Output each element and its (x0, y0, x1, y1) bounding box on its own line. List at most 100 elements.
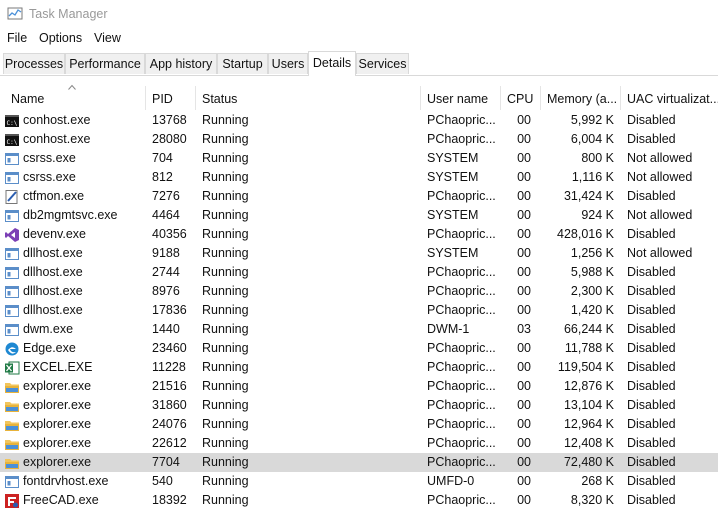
table-row[interactable]: explorer.exe 24076 Running PChaopric... 00 12… (0, 415, 718, 434)
process-memory: 428,016 K (557, 227, 614, 241)
table-row[interactable]: dllhost.exe 17836 Running PChaopric... 00 1,4… (0, 301, 718, 320)
title-bar[interactable]: Task Manager (0, 0, 718, 28)
process-user: PChaopric... (427, 360, 496, 374)
process-status: Running (202, 417, 249, 431)
process-user: PChaopric... (427, 265, 496, 279)
process-status: Running (202, 493, 249, 507)
process-pid: 21516 (152, 379, 187, 393)
tab-performance[interactable]: Performance (65, 53, 145, 74)
process-pid: 812 (152, 170, 173, 184)
process-memory: 31,424 K (563, 189, 614, 203)
folder-icon (5, 383, 19, 393)
process-uac: Disabled (627, 227, 676, 241)
process-memory: 72,480 K (563, 455, 614, 469)
column-name[interactable]: Name (5, 86, 146, 110)
menu-options[interactable]: Options (39, 31, 82, 45)
process-status: Running (202, 322, 249, 336)
process-name: explorer.exe (23, 455, 92, 469)
process-icon (5, 476, 19, 488)
process-cpu: 00 (517, 170, 531, 184)
column-user-name[interactable]: User name (421, 86, 501, 110)
tab-services[interactable]: Services (356, 53, 409, 74)
process-name: dllhost.exe (23, 265, 83, 279)
process-cpu: 00 (517, 474, 531, 488)
process-cpu: 00 (517, 151, 531, 165)
table-row[interactable]: C:\ conhost.exe 28080 Running PChaopric... 00… (0, 130, 718, 149)
folder-icon (5, 402, 19, 412)
process-cpu: 00 (517, 227, 531, 241)
tab-users[interactable]: Users (268, 53, 308, 74)
table-row[interactable]: dllhost.exe 8976 Running PChaopric... 00 2,30… (0, 282, 718, 301)
process-icon (5, 324, 19, 336)
process-cpu: 00 (517, 455, 531, 469)
tab-app-history[interactable]: App history (145, 53, 217, 74)
process-status: Running (202, 474, 249, 488)
table-row[interactable]: explorer.exe 21516 Running PChaopric... 00 12… (0, 377, 718, 396)
column-cpu[interactable]: CPU (501, 86, 541, 110)
process-user: DWM-1 (427, 322, 470, 336)
process-status: Running (202, 227, 249, 241)
process-pid: 9188 (152, 246, 180, 260)
excel-icon (5, 361, 20, 375)
process-cpu: 00 (517, 493, 531, 507)
process-cpu: 00 (517, 360, 531, 374)
table-row[interactable]: EXCEL.EXE 11228 Running PChaopric... 00 119,5… (0, 358, 718, 377)
table-row[interactable]: FreeCAD.exe 18392 Running PChaopric... 00 8,3… (0, 491, 718, 510)
process-uac: Not allowed (627, 208, 693, 222)
column-memory[interactable]: Memory (a... (541, 86, 621, 110)
table-row[interactable]: csrss.exe 704 Running SYSTEM 00 800 K Not allo… (0, 149, 718, 168)
process-memory: 268 K (581, 474, 614, 488)
pen-icon (5, 190, 18, 204)
process-status: Running (202, 265, 249, 279)
process-pid: 13768 (152, 113, 187, 127)
process-icon (5, 153, 19, 165)
process-cpu: 00 (517, 265, 531, 279)
process-uac: Disabled (627, 113, 676, 127)
folder-icon (5, 440, 19, 450)
column-uac-virtualization[interactable]: UAC virtualizat... (621, 86, 718, 110)
table-row[interactable]: fontdrvhost.exe 540 Running UMFD-0 00 268 K Di… (0, 472, 718, 491)
edge-icon (5, 342, 19, 356)
process-uac: Disabled (627, 493, 676, 507)
table-row[interactable]: dllhost.exe 9188 Running SYSTEM 00 1,256 K Not… (0, 244, 718, 263)
table-row[interactable]: devenv.exe 40356 Running PChaopric... 00 428,… (0, 225, 718, 244)
process-cpu: 00 (517, 208, 531, 222)
table-row[interactable]: explorer.exe 7704 Running PChaopric... 00 72,… (0, 453, 718, 472)
process-user: PChaopric... (427, 455, 496, 469)
process-cpu: 00 (517, 417, 531, 431)
process-user: PChaopric... (427, 341, 496, 355)
process-status: Running (202, 284, 249, 298)
process-status: Running (202, 208, 249, 222)
table-row[interactable]: db2mgmtsvc.exe 4464 Running SYSTEM 00 924 K No… (0, 206, 718, 225)
process-name: EXCEL.EXE (23, 360, 93, 374)
table-row[interactable]: dwm.exe 1440 Running DWM-1 03 66,244 K Disable… (0, 320, 718, 339)
table-row[interactable]: C:\ conhost.exe 13768 Running PChaopric... 00… (0, 111, 718, 130)
menu-file[interactable]: File (7, 31, 27, 45)
column-pid[interactable]: PID (146, 86, 196, 110)
table-row[interactable]: explorer.exe 22612 Running PChaopric... 00 12… (0, 434, 718, 453)
tab-details[interactable]: Details (308, 51, 356, 76)
table-row[interactable]: ctfmon.exe 7276 Running PChaopric... 00 31,42… (0, 187, 718, 206)
process-pid: 8976 (152, 284, 180, 298)
process-uac: Disabled (627, 398, 676, 412)
process-status: Running (202, 246, 249, 260)
process-user: PChaopric... (427, 284, 496, 298)
process-memory: 13,104 K (563, 398, 614, 412)
table-row[interactable]: explorer.exe 31860 Running PChaopric... 00 13… (0, 396, 718, 415)
process-name: devenv.exe (23, 227, 87, 241)
column-status[interactable]: Status (196, 86, 421, 110)
process-pid: 17836 (152, 303, 187, 317)
table-row[interactable]: csrss.exe 812 Running SYSTEM 00 1,116 K Not al… (0, 168, 718, 187)
folder-icon (5, 421, 19, 431)
table-row[interactable]: dllhost.exe 2744 Running PChaopric... 00 5,98… (0, 263, 718, 282)
tab-processes[interactable]: Processes (3, 53, 65, 74)
menu-view[interactable]: View (94, 31, 121, 45)
tab-startup[interactable]: Startup (217, 53, 268, 74)
process-uac: Disabled (627, 284, 676, 298)
process-pid: 7704 (152, 455, 180, 469)
process-uac: Disabled (627, 265, 676, 279)
table-row[interactable]: Edge.exe 23460 Running PChaopric... 00 11,788… (0, 339, 718, 358)
process-memory: 66,244 K (563, 322, 614, 336)
menu-bar: File Options View (0, 29, 718, 49)
process-icon (5, 267, 19, 279)
